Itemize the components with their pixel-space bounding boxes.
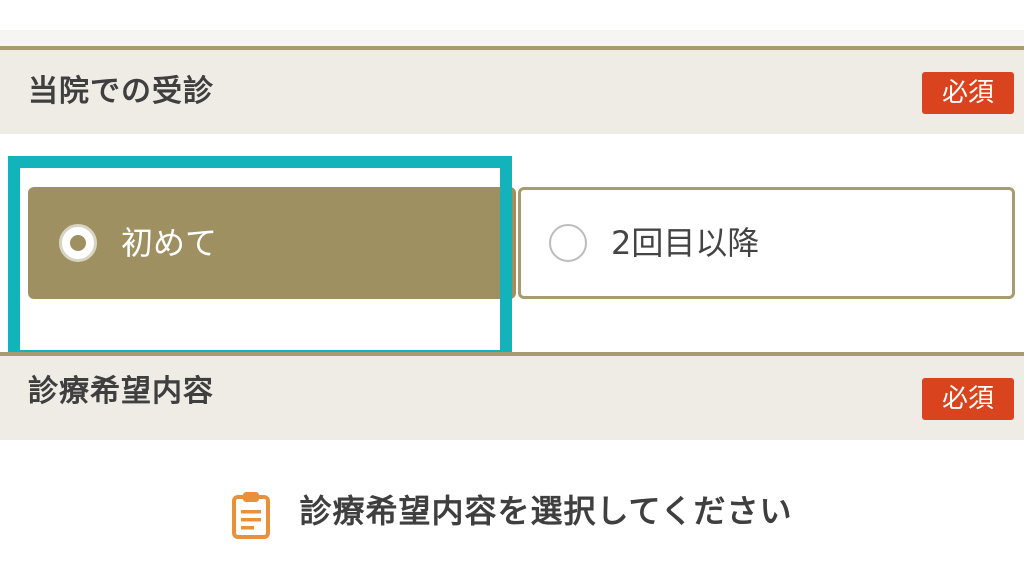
treatment-select-button[interactable]: 診療希望内容を選択してください bbox=[0, 476, 1024, 546]
treatment-select-prompt: 診療希望内容を選択してください bbox=[299, 492, 793, 530]
top-divider bbox=[0, 30, 1024, 46]
option-first-visit-label: 初めて bbox=[121, 224, 218, 262]
option-return-visit-label: 2回目以降 bbox=[611, 224, 760, 262]
treatment-select-inner: 診療希望内容を選択してください bbox=[231, 476, 792, 546]
reservation-form: 当院での受診 必須 初めて 2回目以降 診療希望内容 必須 診療希望内容を選択し… bbox=[0, 0, 1024, 576]
clipboard-icon bbox=[232, 492, 271, 539]
required-badge: 必須 bbox=[922, 378, 1014, 420]
radio-unselected-icon[interactable] bbox=[549, 224, 587, 262]
option-return-visit[interactable]: 2回目以降 bbox=[518, 187, 1015, 299]
visit-type-header: 当院での受診 必須 bbox=[0, 46, 1024, 134]
required-badge: 必須 bbox=[922, 72, 1014, 114]
radio-selected-icon[interactable] bbox=[59, 224, 97, 262]
treatment-request-title: 診療希望内容 bbox=[28, 374, 214, 409]
treatment-request-header: 診療希望内容 必須 bbox=[0, 352, 1024, 440]
option-first-visit[interactable]: 初めて bbox=[28, 187, 516, 299]
visit-type-title: 当院での受診 bbox=[28, 74, 214, 109]
